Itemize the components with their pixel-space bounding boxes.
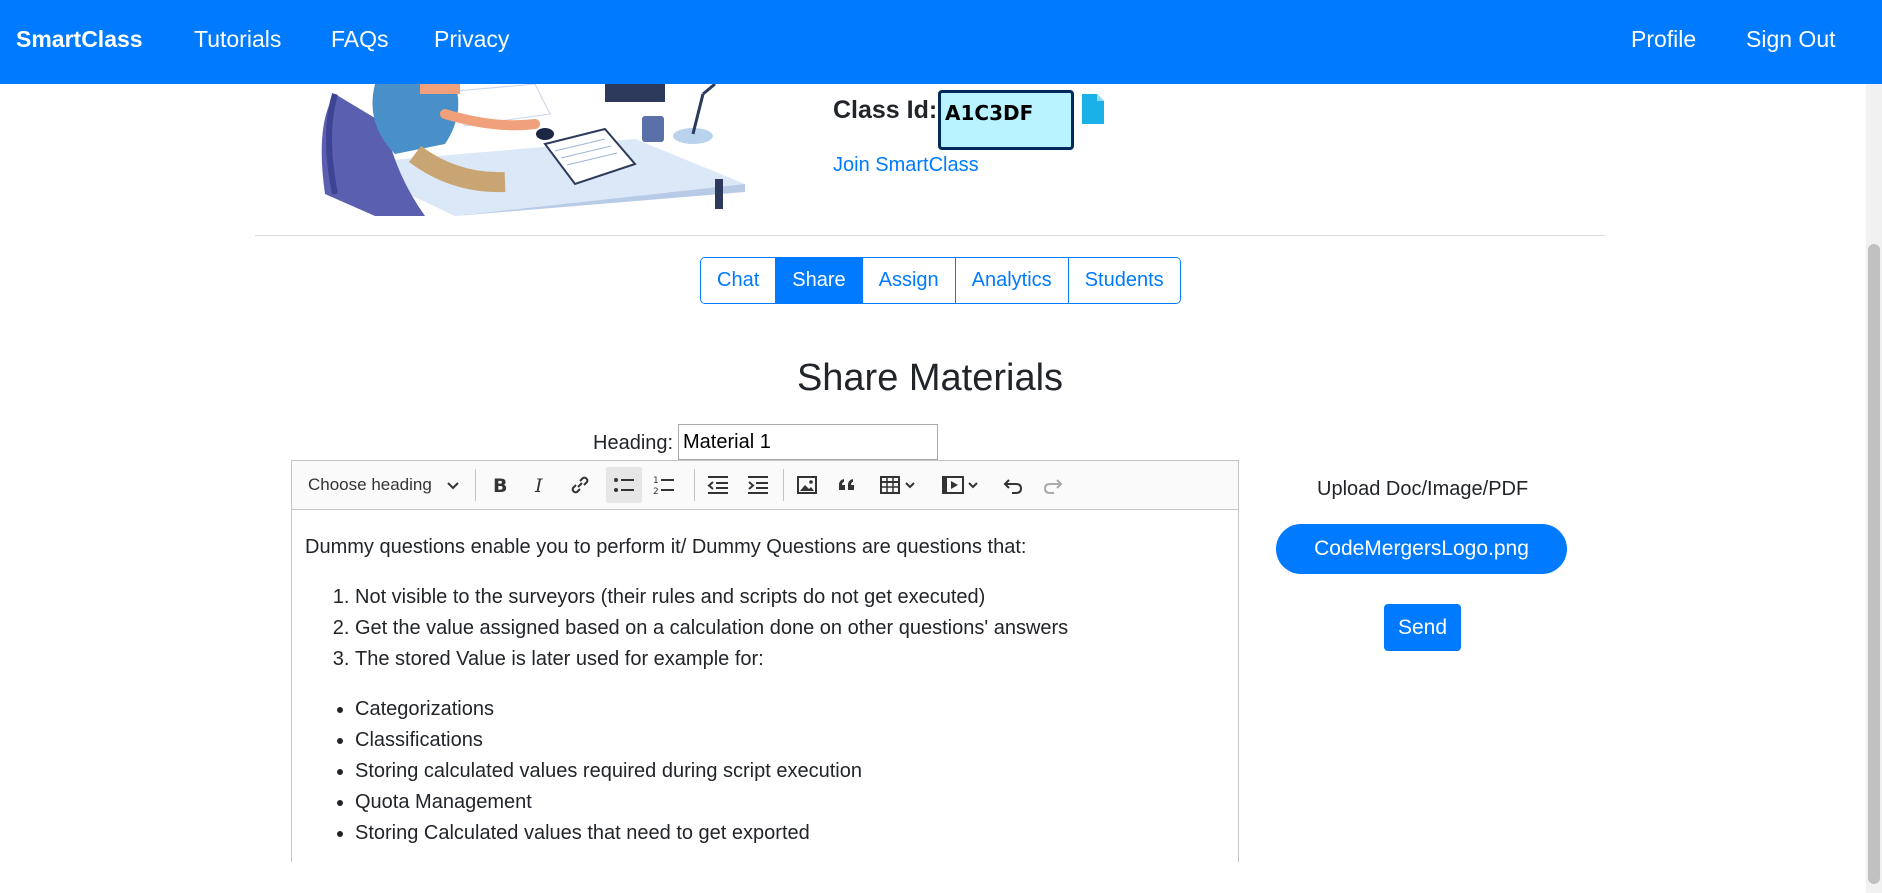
list-item: Get the value assigned based on a calcul… — [355, 613, 1225, 644]
list-item: Quota Management — [355, 787, 1225, 818]
list-item: Classifications — [355, 725, 1225, 756]
svg-text:2: 2 — [653, 487, 659, 496]
heading-dropdown-label: Choose heading — [308, 475, 432, 494]
top-navbar: SmartClass Tutorials FAQs Privacy Profil… — [0, 0, 1882, 84]
tab-share[interactable]: Share — [776, 258, 863, 303]
bold-icon[interactable]: B — [482, 467, 518, 503]
italic-icon[interactable]: I — [522, 467, 558, 503]
send-button[interactable]: Send — [1384, 604, 1461, 651]
page-scrollbar[interactable] — [1866, 84, 1882, 893]
page-title: Share Materials — [796, 357, 1064, 399]
tab-students[interactable]: Students — [1068, 258, 1180, 303]
editor-content[interactable]: Dummy questions enable you to perform it… — [292, 510, 1238, 862]
class-id-field[interactable]: A1C3DF — [938, 90, 1074, 150]
join-smartclass-link[interactable]: Join SmartClass — [833, 154, 979, 177]
editor-intro: Dummy questions enable you to perform it… — [305, 536, 1027, 558]
nav-sign-out[interactable]: Sign Out — [1746, 26, 1836, 53]
indent-icon[interactable] — [740, 467, 776, 503]
upload-label: Upload Doc/Image/PDF — [1317, 478, 1529, 500]
list-item: Storing calculated values required durin… — [355, 756, 1225, 787]
classroom-illustration — [305, 84, 755, 216]
nav-profile[interactable]: Profile — [1631, 26, 1696, 53]
bulleted-list-icon[interactable] — [606, 467, 642, 503]
tab-analytics[interactable]: Analytics — [955, 258, 1069, 303]
nav-privacy[interactable]: Privacy — [434, 26, 509, 53]
redo-icon[interactable] — [1035, 467, 1071, 503]
image-icon[interactable] — [789, 467, 825, 503]
svg-text:I: I — [534, 475, 543, 496]
numbered-list-icon[interactable]: 12 — [646, 467, 682, 503]
list-item: Storing Calculated values that need to g… — [355, 818, 1225, 849]
tab-assign[interactable]: Assign — [862, 258, 956, 303]
svg-text:B: B — [493, 475, 507, 496]
nav-tutorials[interactable]: Tutorials — [194, 26, 281, 53]
chevron-down-icon — [446, 477, 460, 497]
ordered-list: Not visible to the surveyors (their rule… — [355, 582, 1225, 675]
nav-faqs[interactable]: FAQs — [331, 26, 389, 53]
rich-text-editor: Choose heading B I 12 Dummy questions en… — [291, 460, 1239, 862]
blockquote-icon[interactable] — [829, 467, 865, 503]
link-icon[interactable] — [562, 467, 598, 503]
tab-chat[interactable]: Chat — [701, 258, 777, 303]
section-divider — [255, 235, 1605, 236]
media-icon[interactable] — [937, 467, 985, 503]
outdent-icon[interactable] — [700, 467, 736, 503]
scrollbar-thumb[interactable] — [1868, 244, 1880, 884]
copy-icon[interactable] — [1080, 92, 1106, 126]
svg-text:1: 1 — [653, 476, 659, 486]
heading-dropdown[interactable]: Choose heading — [300, 467, 470, 503]
table-icon[interactable] — [875, 467, 923, 503]
list-item: Categorizations — [355, 694, 1225, 725]
editor-toolbar: Choose heading B I 12 — [292, 461, 1238, 510]
heading-label: Heading: — [593, 432, 674, 454]
class-id-label: Class Id: — [833, 96, 938, 124]
list-item: Not visible to the surveyors (their rule… — [355, 582, 1225, 613]
brand-logo[interactable]: SmartClass — [16, 26, 143, 53]
undo-icon[interactable] — [995, 467, 1031, 503]
bulleted-list: Categorizations Classifications Storing … — [355, 694, 1225, 849]
page: SmartClass Tutorials FAQs Privacy Profil… — [0, 0, 1882, 893]
file-upload-button[interactable]: CodeMergersLogo.png — [1276, 524, 1567, 574]
list-item: The stored Value is later used for examp… — [355, 644, 1225, 675]
heading-input[interactable] — [678, 424, 938, 460]
class-tabs: Chat Share Assign Analytics Students — [700, 257, 1181, 304]
